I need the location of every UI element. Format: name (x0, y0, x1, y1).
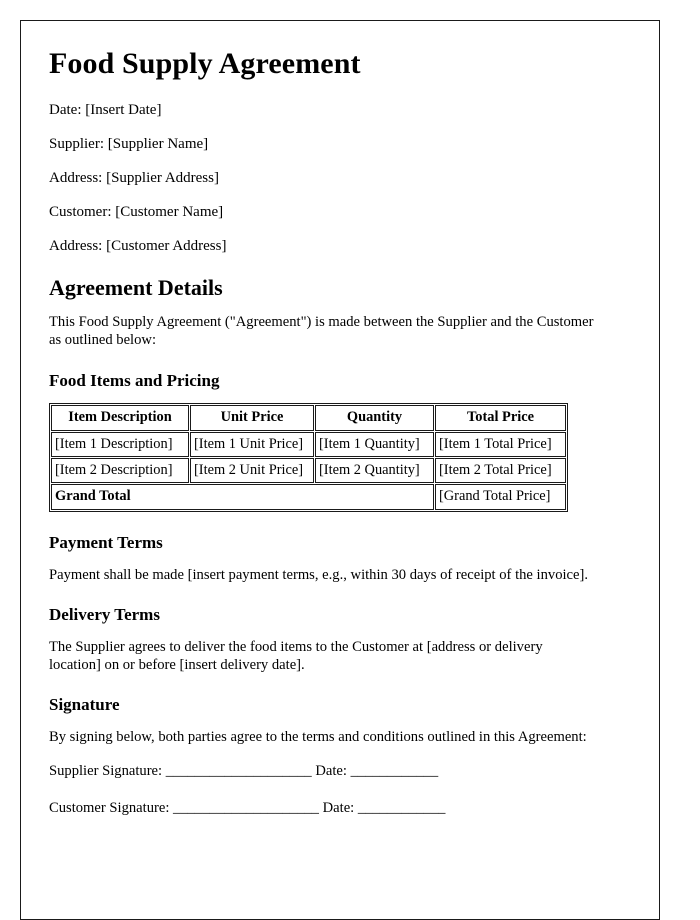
cell-grand-total-value: [Grand Total Price] (435, 484, 566, 510)
meta-line-date: Date: [Insert Date] (49, 101, 162, 118)
cell-item-1-total-price: [Item 1 Total Price] (435, 431, 566, 458)
cell-item-1-description: [Item 1 Description] (51, 431, 189, 458)
document-page: Food Supply Agreement Date: [Insert Date… (20, 20, 660, 920)
section-heading-food-items-and-pricing: Food Items and Pricing (49, 370, 220, 390)
party-details-block: Date: [Insert Date] Supplier: [Supplier … (49, 101, 631, 254)
cell-item-2-description: [Item 2 Description] (51, 458, 189, 484)
section-heading-agreement-details: Agreement Details (49, 274, 223, 300)
table-row: [Item 1 Description] [Item 1 Unit Price]… (51, 431, 566, 458)
column-header-total-price: Total Price (435, 405, 566, 431)
table-total-row: Grand Total [Grand Total Price] (51, 484, 566, 510)
column-header-item-description: Item Description (51, 405, 189, 431)
document-body: Food Supply Agreement Date: [Insert Date… (21, 21, 659, 816)
meta-line-customer-address: Address: [Customer Address] (49, 237, 227, 254)
cell-item-1-quantity: [Item 1 Quantity] (315, 431, 434, 458)
meta-line-customer: Customer: [Customer Name] (49, 203, 224, 220)
pricing-table: Item Description Unit Price Quantity Tot… (49, 403, 568, 512)
cell-item-1-unit-price: [Item 1 Unit Price] (190, 431, 314, 458)
cell-item-2-unit-price: [Item 2 Unit Price] (190, 458, 314, 484)
table-row: [Item 2 Description] [Item 2 Unit Price]… (51, 458, 566, 484)
cell-grand-total-label: Grand Total (51, 484, 434, 510)
column-header-unit-price: Unit Price (190, 405, 314, 431)
agreement-intro-paragraph: This Food Supply Agreement ("Agreement")… (49, 313, 594, 349)
payment-terms-paragraph: Payment shall be made [insert payment te… (49, 566, 589, 583)
meta-line-supplier: Supplier: [Supplier Name] (49, 135, 209, 152)
column-header-quantity: Quantity (315, 405, 434, 431)
delivery-terms-paragraph: The Supplier agrees to deliver the food … (49, 638, 543, 673)
section-heading-delivery-terms: Delivery Terms (49, 604, 160, 624)
page-title: Food Supply Agreement (49, 47, 361, 80)
cell-item-2-quantity: [Item 2 Quantity] (315, 458, 434, 484)
cell-item-2-total-price: [Item 2 Total Price] (435, 458, 566, 484)
pricing-table-body: [Item 1 Description] [Item 1 Unit Price]… (51, 431, 566, 510)
customer-signature-line: Customer Signature: ____________________… (49, 800, 446, 816)
pricing-table-head: Item Description Unit Price Quantity Tot… (51, 405, 566, 431)
section-heading-signature: Signature (49, 695, 120, 715)
section-heading-payment-terms: Payment Terms (49, 532, 163, 552)
signature-intro-paragraph: By signing below, both parties agree to … (49, 729, 587, 746)
table-header-row: Item Description Unit Price Quantity Tot… (51, 405, 566, 431)
supplier-signature-line: Supplier Signature: ____________________… (49, 763, 439, 780)
meta-line-supplier-address: Address: [Supplier Address] (49, 169, 219, 186)
